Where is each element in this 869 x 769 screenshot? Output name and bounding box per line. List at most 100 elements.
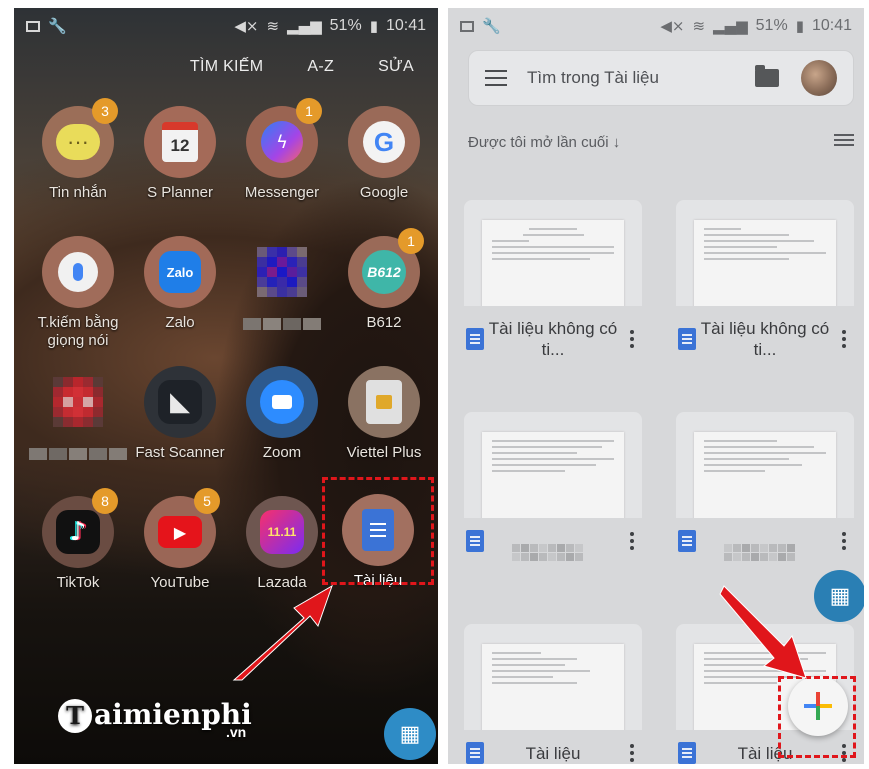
edit-button[interactable]: SỬA [378,58,414,76]
document-title: Tài liệu không có ti... [488,319,618,359]
document-thumbnail [676,200,854,306]
search-apps-button[interactable]: TÌM KIẾM [190,58,264,76]
mute-icon: ◀× [660,17,685,35]
app-s-planner[interactable]: 12 S Planner [128,106,232,202]
pixelated-title [724,544,795,561]
voice-search-icon [58,252,98,292]
sim-card-icon [366,380,402,424]
app-label: Viettel Plus [346,444,422,461]
logo-t-icon: T [58,699,92,733]
grid-icon: ▦ [399,721,421,747]
battery-percent: 51% [329,17,362,34]
more-options-icon[interactable] [834,330,854,348]
grid-icon: ▦ [829,583,851,609]
messages-icon: ··· [56,124,100,160]
notification-badge: 1 [296,98,322,124]
app-zalo[interactable]: Zalo Zalo [128,236,232,332]
app-tiktok[interactable]: ♪ 8 TikTok [26,488,130,592]
app-label: Zoom [262,444,302,461]
app-zoom[interactable]: Zoom [230,366,334,462]
red-arrow-icon [232,584,333,681]
app-grid-button[interactable]: ▦ [814,570,864,622]
app-messenger[interactable]: ϟ 1 Messenger [230,98,334,202]
app-label: Zalo [165,314,195,331]
menu-icon[interactable] [485,70,507,86]
docs-file-icon [466,328,484,350]
youtube-icon: ▶ [158,516,202,548]
screenshot-icon [26,20,40,32]
app-label: T.kiếm bằng giọng nói [37,314,119,349]
app-voice-search[interactable]: T.kiếm bằng giọng nói [26,236,130,350]
account-avatar[interactable] [801,60,837,96]
document-thumbnail [464,200,642,306]
list-view-icon[interactable] [834,134,854,151]
google-icon: G [363,121,405,163]
more-options-icon[interactable] [622,330,642,348]
app-drawer-toolbar: TÌM KIẾM A-Z SỬA [190,58,414,76]
docs-file-icon [466,530,484,552]
app-label: B612 [366,314,402,331]
docs-file-icon [678,328,696,350]
more-options-icon[interactable] [622,744,642,762]
wifi-icon: ≋ [266,17,280,35]
status-bar: 🔧 ◀× ≋ ▂▄▆ 51% ▮ 10:41 [448,8,864,44]
document-card[interactable]: Tài liệu [464,624,642,764]
tiktok-icon: ♪ [56,510,100,554]
scanner-icon: ◣ [158,380,202,424]
app-fast-scanner[interactable]: ◣ Fast Scanner [128,366,232,462]
app-label: TikTok [56,574,100,591]
search-input[interactable]: Tìm trong Tài liệu [527,68,755,88]
home-screen-app-drawer: 🔧 ◀× ≋ ▂▄▆ 51% ▮ 10:41 TÌM KIẾM A-Z SỬA … [14,8,438,764]
wifi-icon: ≋ [692,17,706,35]
watermark-logo: Taimienphi .vn [58,698,252,740]
sort-by-last-opened[interactable]: Được tôi mở lần cuối ↓ [468,134,620,151]
clock: 10:41 [385,17,426,34]
app-label: Tin nhắn [49,184,107,201]
document-thumbnail [464,624,642,730]
sort-az-button[interactable]: A-Z [307,58,334,76]
battery-icon: ▮ [369,17,378,35]
signal-icon: ▂▄▆ [713,17,748,35]
screenshot-icon [460,20,474,32]
b612-icon: B612 [362,250,406,294]
app-label: Google [359,184,409,201]
document-card[interactable]: Tài liệu không có ti... [676,200,854,360]
more-options-icon[interactable] [622,532,642,550]
docs-file-icon [678,530,696,552]
pixelated-label [26,448,130,460]
app-b612[interactable]: B612 1 B612 [332,228,436,332]
app-google[interactable]: G Google [332,106,436,202]
app-pixelated[interactable] [230,236,334,330]
docs-file-icon [466,742,484,764]
pixelated-label [230,318,334,330]
document-card[interactable] [464,412,642,561]
app-viettel-plus[interactable]: Viettel Plus [332,366,436,462]
more-options-icon[interactable] [834,532,854,550]
app-label: S Planner [147,184,213,201]
app-label: Fast Scanner [135,444,225,461]
folder-icon[interactable] [755,65,779,87]
pixelated-app-icon [257,247,307,297]
messenger-icon: ϟ [261,121,303,163]
notification-badge: 8 [92,488,118,514]
sort-row: Được tôi mở lần cuối ↓ [468,134,854,151]
red-arrow-icon [719,585,807,679]
battery-icon: ▮ [795,17,804,35]
app-grid-button[interactable]: ▦ [384,708,436,760]
notification-badge: 5 [194,488,220,514]
wrench-icon: 🔧 [48,17,67,35]
document-card[interactable]: Tài liệu không có ti... [464,200,642,360]
app-pixelated-2[interactable] [26,366,130,460]
pixelated-title [512,544,583,561]
docs-search-bar[interactable]: Tìm trong Tài liệu [468,50,854,106]
zoom-icon [260,380,304,424]
document-card[interactable] [676,412,854,561]
app-messages[interactable]: ··· 3 Tin nhắn [26,98,130,202]
pixelated-app-icon [53,377,103,427]
document-title: Tài liệu [525,743,581,763]
zalo-icon: Zalo [159,251,201,293]
docs-app-screen: 🔧 ◀× ≋ ▂▄▆ 51% ▮ 10:41 Tìm trong Tài liệ… [448,8,864,764]
battery-percent: 51% [755,17,788,34]
document-thumbnail [464,412,642,518]
wrench-icon: 🔧 [482,17,501,35]
